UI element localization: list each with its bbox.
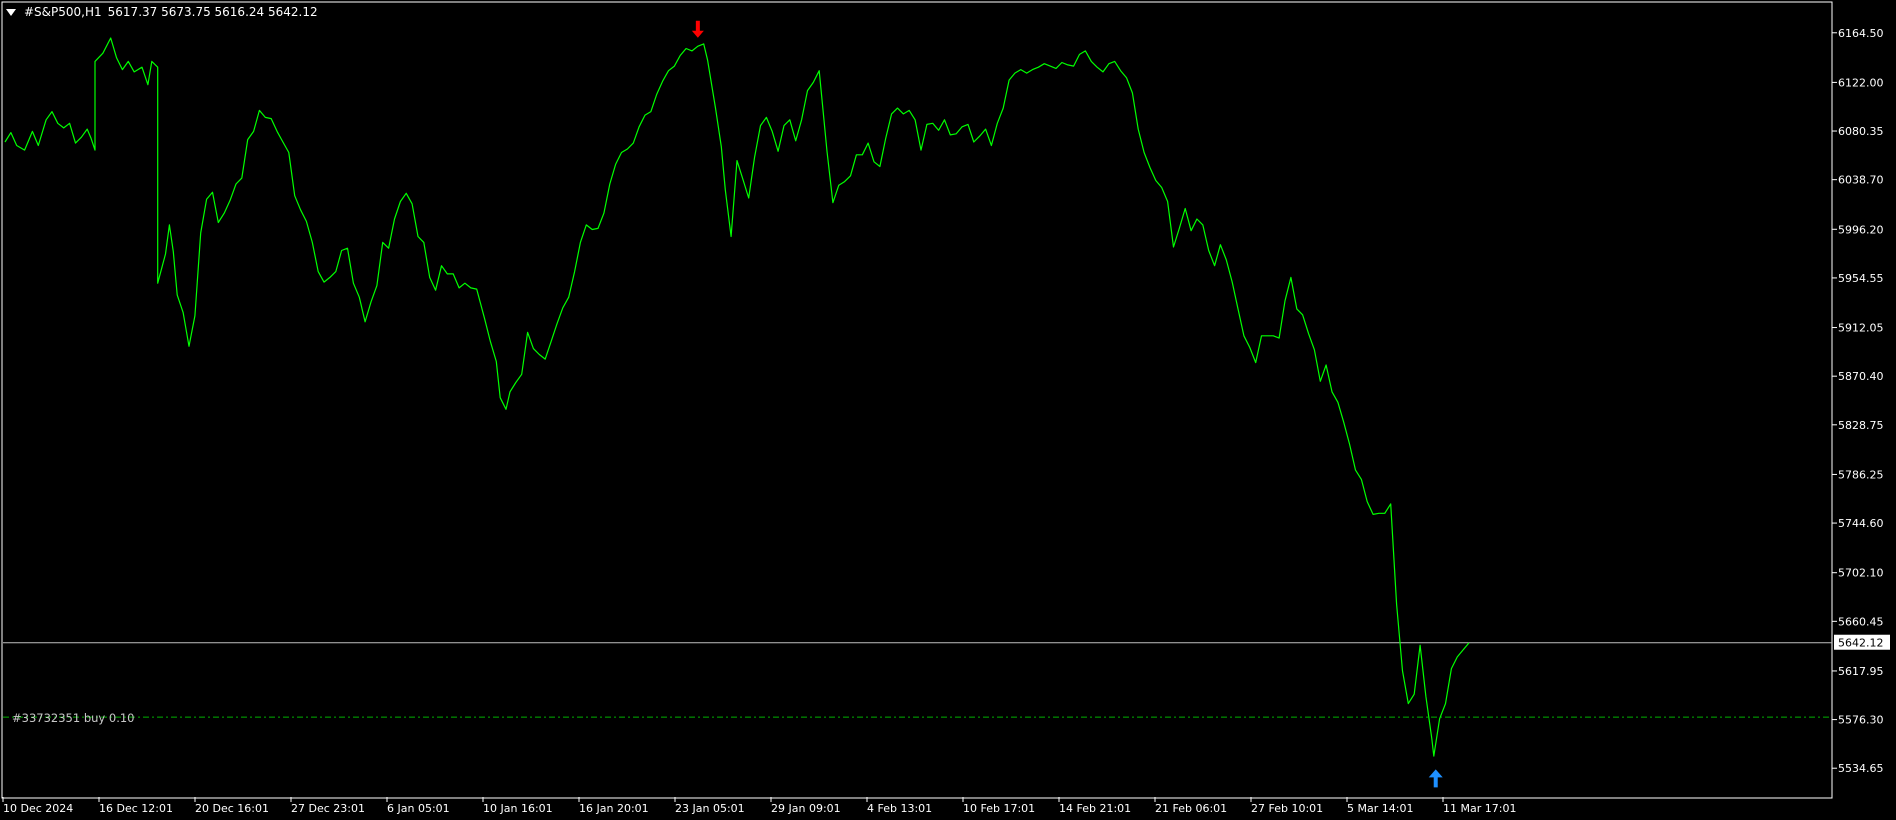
y-tick-label: 5660.45 bbox=[1838, 615, 1884, 628]
chart-header: #S&P500,H1 5617.37 5673.75 5616.24 5642.… bbox=[6, 5, 318, 19]
buy-arrow-icon bbox=[1428, 769, 1443, 788]
y-tick-label: 5912.05 bbox=[1838, 322, 1884, 335]
x-tick-label: 20 Dec 16:01 bbox=[195, 802, 269, 815]
y-tick-label: 5702.10 bbox=[1838, 567, 1884, 580]
sell-arrow-icon bbox=[691, 20, 704, 38]
x-tick-label: 29 Jan 09:01 bbox=[771, 802, 841, 815]
y-tick-label: 6080.35 bbox=[1838, 125, 1884, 138]
x-tick-label: 6 Jan 05:01 bbox=[387, 802, 450, 815]
symbol-label: #S&P500,H1 bbox=[24, 5, 102, 19]
y-tick-label: 5870.40 bbox=[1838, 370, 1884, 383]
dropdown-triangle-icon[interactable] bbox=[6, 8, 16, 16]
y-tick-label: 5996.20 bbox=[1838, 223, 1884, 236]
x-tick-label: 11 Mar 17:01 bbox=[1443, 802, 1516, 815]
x-tick-label: 16 Dec 12:01 bbox=[99, 802, 173, 815]
x-tick-label: 23 Jan 05:01 bbox=[675, 802, 745, 815]
y-tick-label: 5954.55 bbox=[1838, 272, 1884, 285]
y-tick-label: 5617.95 bbox=[1838, 665, 1884, 678]
order-label: #33732351 buy 0.10 bbox=[12, 711, 135, 725]
x-tick-label: 5 Mar 14:01 bbox=[1347, 802, 1413, 815]
y-tick-label: 5576.30 bbox=[1838, 714, 1884, 727]
x-tick-label: 10 Jan 16:01 bbox=[483, 802, 553, 815]
x-tick-label: 27 Dec 23:01 bbox=[291, 802, 365, 815]
price-series-line bbox=[4, 37, 1470, 757]
x-tick-label: 4 Feb 13:01 bbox=[867, 802, 932, 815]
y-tick-label: 6038.70 bbox=[1838, 174, 1884, 187]
x-tick-label: 10 Dec 2024 bbox=[3, 802, 73, 815]
y-tick-label: 5534.65 bbox=[1838, 762, 1884, 775]
price-axis: 6164.50 6122.00 6080.35 6038.70 5996.20 5954.… bbox=[1832, 27, 1884, 775]
x-tick-label: 27 Feb 10:01 bbox=[1251, 802, 1323, 815]
current-price-label-text: 5642.12 bbox=[1838, 637, 1884, 650]
current-price-label: 5642.12 bbox=[1834, 634, 1890, 650]
y-tick-label: 6122.00 bbox=[1838, 76, 1884, 89]
y-tick-label: 5786.25 bbox=[1838, 468, 1884, 481]
x-tick-label: 21 Feb 06:01 bbox=[1155, 802, 1227, 815]
trade-arrows bbox=[691, 20, 1443, 788]
x-tick-label: 10 Feb 17:01 bbox=[963, 802, 1035, 815]
price-chart[interactable]: 6164.50 6122.00 6080.35 6038.70 5996.20 5954.… bbox=[0, 0, 1896, 820]
x-tick-label: 16 Jan 20:01 bbox=[579, 802, 649, 815]
y-tick-label: 5744.60 bbox=[1838, 517, 1884, 530]
y-tick-label: 6164.50 bbox=[1838, 27, 1884, 40]
chart-frame bbox=[1, 1, 1833, 799]
ohlc-values: 5617.37 5673.75 5616.24 5642.12 bbox=[107, 5, 318, 19]
y-tick-label: 5828.75 bbox=[1838, 419, 1884, 432]
x-tick-label: 14 Feb 21:01 bbox=[1059, 802, 1131, 815]
time-axis: 10 Dec 2024 16 Dec 12:01 20 Dec 16:01 27 De… bbox=[2, 797, 1516, 815]
